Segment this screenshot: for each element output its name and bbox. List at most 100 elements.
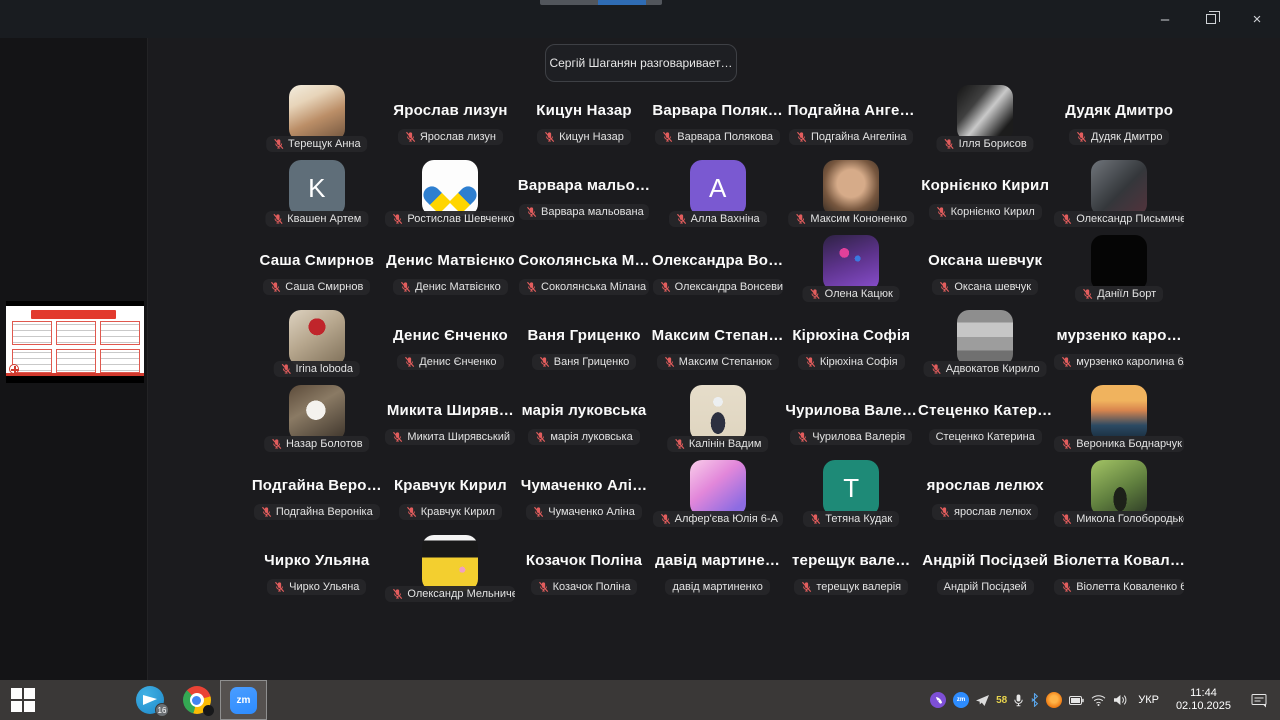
participant-tile[interactable]: KКвашен Артем [250, 155, 384, 230]
participant-tile[interactable]: Вероника Боднарчук [1052, 380, 1186, 455]
participant-tile[interactable]: Микола Голобородько [1052, 455, 1186, 530]
participant-tile[interactable]: Irina loboda [250, 305, 384, 380]
participant-name-label: Олександр Мельниче… [385, 586, 515, 602]
label-text: давід мартиненко [672, 581, 762, 593]
participant-name: Оксана шевчук [928, 252, 1042, 269]
participant-tile[interactable]: давід мартине…давід мартиненко [651, 530, 785, 605]
muted-mic-icon [1076, 131, 1087, 143]
participant-tile[interactable]: Адвокатов Кирило [918, 305, 1052, 380]
tray-battery[interactable] [1069, 696, 1084, 705]
participant-name-label: Микола Голобородько [1054, 511, 1184, 527]
tray-zoom[interactable]: zm [953, 692, 969, 708]
participant-tile[interactable]: Олександра Во…Олександра Вонсевич [651, 230, 785, 305]
tray-microphone[interactable] [1014, 694, 1023, 707]
action-center-button[interactable] [1244, 680, 1274, 720]
participant-tile[interactable]: Назар Болотов [250, 380, 384, 455]
participant-tile[interactable]: Калінін Вадим [651, 380, 785, 455]
language-indicator[interactable]: УКР [1138, 694, 1159, 706]
participant-tile[interactable]: Чурилова Вале…Чурилова Валерія [784, 380, 918, 455]
participant-tile[interactable]: Кравчук КирилКравчук Кирил [384, 455, 518, 530]
tray-bluetooth[interactable] [1030, 693, 1039, 707]
muted-mic-icon [400, 281, 411, 293]
taskbar-zoom-button[interactable]: zm [220, 680, 267, 720]
participant-tile[interactable]: Олена Кацюк [784, 230, 918, 305]
clock-time: 11:44 [1176, 687, 1231, 700]
participant-tile[interactable]: Кірюхіна СофіяКірюхіна Софія [784, 305, 918, 380]
participant-name: Стеценко Катер… [918, 402, 1052, 419]
participant-tile[interactable]: терещук вале…терещук валерія [784, 530, 918, 605]
label-text: Кицун Назар [559, 131, 624, 143]
shared-screen-thumbnail[interactable] [6, 301, 144, 383]
participant-tile[interactable]: Соколянська М…Соколянська Мілана [517, 230, 651, 305]
participant-name-label: Ярослав лизун [398, 129, 503, 145]
muted-mic-icon [810, 288, 821, 300]
wifi-icon [1091, 694, 1106, 706]
participant-tile[interactable]: Віолетта Ковал…Віолетта Коваленко 6-… [1052, 530, 1186, 605]
close-button[interactable]: × [1234, 0, 1280, 38]
participant-name: Варвара мальо… [518, 177, 650, 194]
participant-tile[interactable]: Андрій ПосідзейАндрій Посідзей [918, 530, 1052, 605]
participant-tile[interactable]: Ярослав лизунЯрослав лизун [384, 80, 518, 155]
participant-tile[interactable]: Саша СмирновСаша Смирнов [250, 230, 384, 305]
participant-tile[interactable]: Стеценко Катер…Стеценко Катерина [918, 380, 1052, 455]
participant-tile[interactable]: Подгайна Веро…Подгайна Вероніка [250, 455, 384, 530]
participant-tile[interactable]: Максим Кононенко [784, 155, 918, 230]
participant-tile[interactable]: Олександр Мельниче… [384, 530, 518, 605]
participant-tile[interactable]: Терещук Анна [250, 80, 384, 155]
muted-mic-icon [931, 363, 942, 375]
photo-avatar [823, 160, 879, 216]
participant-tile[interactable]: Кицун НазарКицун Назар [517, 80, 651, 155]
participant-tile[interactable]: Ілля Борисов [918, 80, 1052, 155]
restore-button[interactable] [1188, 0, 1234, 38]
participant-tile[interactable]: Даніїл Борт [1052, 230, 1186, 305]
taskbar-chrome-button[interactable] [173, 680, 220, 720]
tray-viber[interactable] [930, 692, 946, 708]
participant-tile[interactable]: Подгайна Анге…Подгайна Ангеліна [784, 80, 918, 155]
muted-mic-icon [797, 431, 808, 443]
muted-mic-icon [810, 513, 821, 525]
participant-tile[interactable]: Корнієнко КирилКорнієнко Кирил [918, 155, 1052, 230]
background-window-tab-strip[interactable] [540, 0, 662, 5]
label-text: Олена Кацюк [825, 288, 893, 300]
participant-tile[interactable]: Алфер'єва Юлія 6-А [651, 455, 785, 530]
taskbar-telegram-button[interactable]: 16 [126, 680, 173, 720]
label-text: Подгайна Ангеліна [811, 131, 906, 143]
minimize-button[interactable]: – [1142, 0, 1188, 38]
photo-avatar [289, 310, 345, 366]
participant-tile[interactable]: Олександр Письмиче… [1052, 155, 1186, 230]
participant-tile[interactable]: Варвара Поляк…Варвара Полякова [651, 80, 785, 155]
participant-tile[interactable]: Ваня ГриценкоВаня Гриценко [517, 305, 651, 380]
start-button[interactable] [0, 680, 46, 720]
participant-name-label: Дудяк Дмитро [1069, 129, 1170, 145]
participant-tile[interactable]: Дудяк ДмитроДудяк Дмитро [1052, 80, 1186, 155]
participant-tile[interactable]: ярослав лелюхярослав лелюх [918, 455, 1052, 530]
participant-tile[interactable]: Денис МатвієнкоДенис Матвієнко [384, 230, 518, 305]
taskbar-clock[interactable]: 11:44 02.10.2025 [1176, 687, 1231, 713]
label-text: Саша Смирнов [285, 281, 363, 293]
participant-tile[interactable]: Максим Степан…Максим Степанюк [651, 305, 785, 380]
participant-tile[interactable]: марія луковськамарія луковська [517, 380, 651, 455]
participant-tile[interactable]: Чирко УльянаЧирко Ульяна [250, 530, 384, 605]
participant-tile[interactable]: мурзенко каро…мурзенко каролина 6А [1052, 305, 1186, 380]
participant-tile[interactable]: Чумаченко Алі…Чумаченко Аліна [517, 455, 651, 530]
tray-wifi[interactable] [1091, 694, 1106, 706]
tray-security[interactable] [1046, 692, 1062, 708]
tray-telegram[interactable] [976, 695, 989, 706]
participant-tile[interactable]: Оксана шевчукОксана шевчук [918, 230, 1052, 305]
participant-tile[interactable]: Варвара мальо…Варвара мальована [517, 155, 651, 230]
participant-tile[interactable]: Денис ЄнченкоДенис Єнченко [384, 305, 518, 380]
participant-name-label: Даніїл Борт [1075, 286, 1163, 302]
participant-tile[interactable]: TТетяна Кудак [784, 455, 918, 530]
telegram-tray-icon [976, 695, 989, 706]
tray-volume[interactable] [1113, 694, 1127, 706]
label-text: Ілля Борисов [959, 138, 1027, 150]
participant-tile[interactable]: Козачок ПолінаКозачок Поліна [517, 530, 651, 605]
tray-fifty-eight[interactable]: 58 [996, 695, 1007, 706]
participant-tile[interactable]: Микита Ширяв…Микита Ширявський [384, 380, 518, 455]
label-text: Микита Ширявський [407, 431, 510, 443]
notification-icon [1251, 693, 1268, 708]
participant-tile[interactable]: Ростислав Шевченко [384, 155, 518, 230]
muted-mic-icon [1061, 356, 1072, 368]
label-text: Соколянська Мілана [541, 281, 646, 293]
participant-tile[interactable]: AАлла Вахніна [651, 155, 785, 230]
